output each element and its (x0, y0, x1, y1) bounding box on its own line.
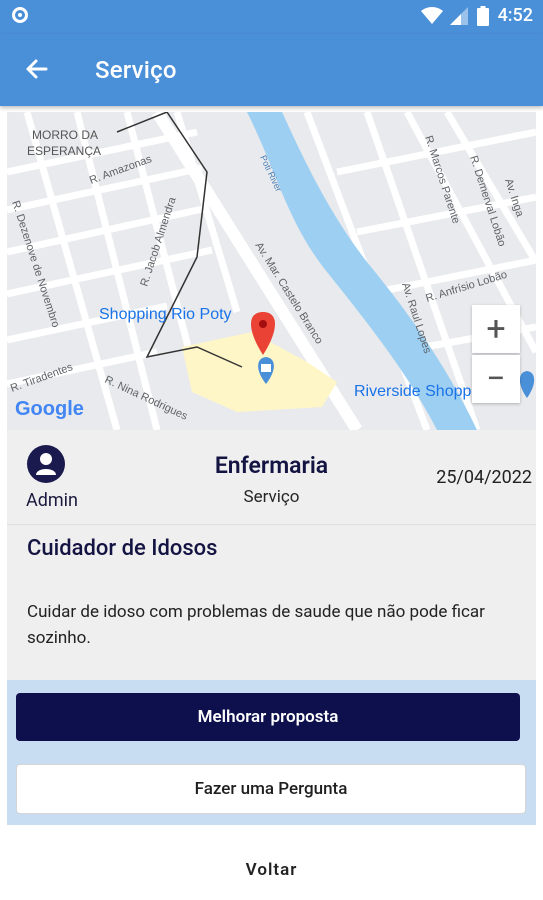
status-time: 4:52 (497, 5, 533, 26)
service-description: Cuidar de idoso com problemas de saude q… (27, 602, 485, 648)
page-title: Serviço (95, 56, 177, 84)
service-card: Admin Enfermaria Serviço 25/04/2022 Cuid… (7, 430, 536, 680)
wifi-icon (420, 6, 443, 24)
actions-panel: Melhorar proposta Fazer uma Pergunta (7, 680, 536, 825)
notification-icon (12, 7, 28, 23)
google-logo: Google (15, 398, 84, 420)
status-icons: 4:52 (420, 5, 533, 26)
zoom-in-button[interactable]: + (472, 305, 520, 353)
ask-question-button[interactable]: Fazer uma Pergunta (16, 764, 526, 814)
service-title: Cuidador de Idosos (27, 536, 218, 561)
back-arrow-icon[interactable] (22, 54, 52, 84)
service-date: 25/04/2022 (436, 467, 532, 488)
divider (7, 524, 536, 525)
service-type: Serviço (243, 487, 300, 507)
map-label: ESPERANÇA (27, 144, 101, 158)
map-canvas[interactable]: MORRO DA ESPERANÇA R. Amazonas R. Dezeno… (7, 112, 536, 430)
battery-icon (476, 5, 489, 26)
location-map[interactable]: MORRO DA ESPERANÇA R. Amazonas R. Dezeno… (7, 112, 536, 430)
status-bar: 4:52 (0, 0, 543, 34)
zoom-out-button[interactable]: − (472, 355, 520, 403)
poi-label: Shopping Rio Poty (99, 306, 232, 323)
improve-proposal-button[interactable]: Melhorar proposta (16, 693, 520, 741)
back-button[interactable]: Voltar (0, 860, 543, 880)
signal-icon (449, 6, 468, 25)
map-label: MORRO DA (32, 128, 98, 142)
app-bar: Serviço (0, 34, 543, 106)
